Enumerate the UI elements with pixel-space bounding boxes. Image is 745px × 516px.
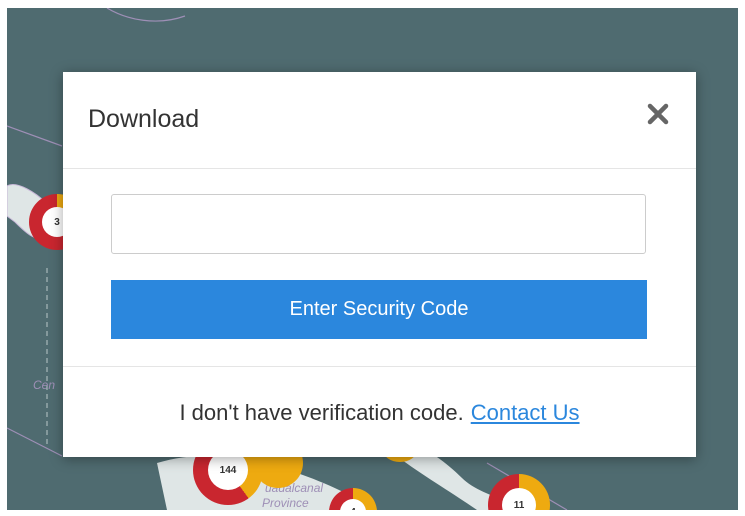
- cluster-count: 11: [502, 488, 536, 510]
- map-label-province: Province: [262, 496, 309, 510]
- close-x-icon: [647, 103, 669, 125]
- download-dialog: Download Enter Security Code I don't hav…: [63, 72, 696, 457]
- dialog-header: Download: [63, 72, 696, 169]
- footer-text: I don't have verification code.: [179, 399, 464, 425]
- dialog-footer: I don't have verification code. Contact …: [63, 366, 696, 458]
- contact-us-link[interactable]: Contact Us: [471, 400, 580, 426]
- dialog-title: Download: [88, 105, 200, 133]
- map-label-fragment: Cen: [33, 378, 56, 392]
- enter-security-code-button[interactable]: Enter Security Code: [111, 280, 647, 339]
- cluster-count: 4: [340, 499, 366, 510]
- security-code-input[interactable]: [111, 194, 646, 254]
- close-button[interactable]: [642, 98, 674, 130]
